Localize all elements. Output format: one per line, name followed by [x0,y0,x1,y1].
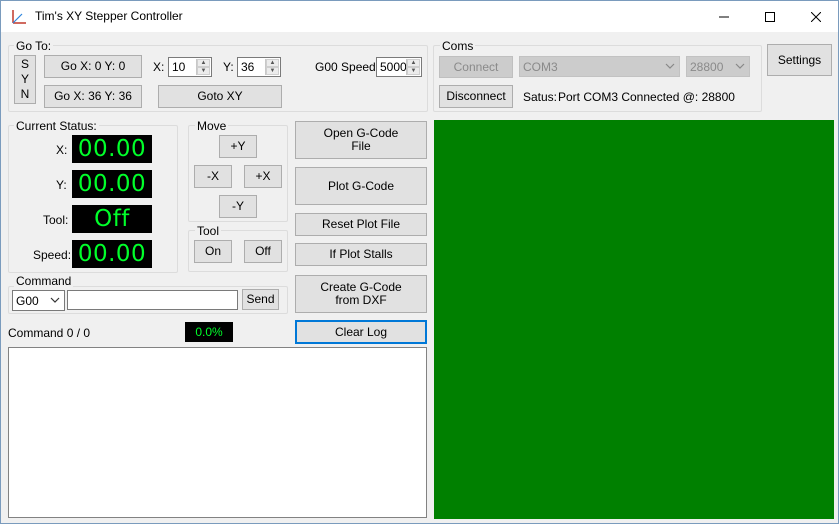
go-origin-button[interactable]: Go X: 0 Y: 0 [44,55,142,78]
minimize-icon [719,16,729,17]
send-button[interactable]: Send [242,289,279,310]
tool-group-label: Tool [195,224,222,238]
plot-gcode-button[interactable]: Plot G-Code [295,167,427,205]
baud-rate-select[interactable]: 28800 [686,56,750,77]
clear-log-button[interactable]: Clear Log [295,320,427,344]
syn-letter-n: N [20,87,30,101]
status-x-display: 00.00 [72,135,152,163]
reset-plot-file-button[interactable]: Reset Plot File [295,213,427,236]
command-counter: Command 0 / 0 [8,326,91,340]
goto-x-value: 10 [172,60,186,74]
if-plot-stalls-button[interactable]: If Plot Stalls [295,243,427,266]
goto-y-input[interactable]: 36 ▲ ▼ [237,57,281,77]
move-right-button[interactable]: +X [244,165,282,188]
command-input[interactable] [67,290,238,310]
app-window: Tim's XY Stepper Controller Go To: S Y N… [0,0,839,524]
chevron-down-icon [665,63,675,69]
settings-button[interactable]: Settings [767,44,832,76]
spin-up-icon[interactable]: ▲ [407,59,420,67]
spin-up-icon[interactable]: ▲ [197,59,210,67]
command-group-label: Command [14,274,74,288]
syn-letter-s: S [20,57,29,71]
move-down-button[interactable]: -Y [219,195,257,218]
progress-text: 0.0% [195,325,223,339]
tool-off-button[interactable]: Off [244,240,282,263]
baud-rate-value: 28800 [690,60,724,74]
command-type-select[interactable]: G00 [12,290,65,311]
coms-status-text: Port COM3 Connected @: 28800 [558,90,735,104]
create-gcode-from-dxf-button[interactable]: Create G-Code from DXF [295,275,427,313]
spin-down-icon[interactable]: ▼ [266,67,279,75]
com-port-value: COM3 [523,60,558,74]
window-title: Tim's XY Stepper Controller [35,9,183,23]
goto-y-value: 36 [241,60,255,74]
log-textarea[interactable] [8,347,427,518]
g00-speed-input[interactable]: 5000 ▲ ▼ [376,57,422,77]
move-group-label: Move [195,119,229,133]
current-status-label: Current Status: [14,119,99,133]
move-left-button[interactable]: -X [194,165,232,188]
goto-group-label: Go To: [14,39,54,53]
status-speed-label: Speed: [33,248,72,262]
close-icon [811,11,821,22]
minimize-button[interactable] [701,1,747,32]
g00-speed-label: G00 Speed: [315,60,380,74]
goto-x-input[interactable]: 10 ▲ ▼ [168,57,212,77]
goto-xy-button[interactable]: Goto XY [158,85,282,108]
maximize-button[interactable] [747,1,793,32]
open-gcode-button[interactable]: Open G-Code File [295,121,427,159]
connect-button[interactable]: Connect [439,56,513,78]
close-button[interactable] [793,1,838,32]
chevron-down-icon [735,63,745,69]
com-port-select[interactable]: COM3 [519,56,680,77]
spin-down-icon[interactable]: ▼ [407,67,420,75]
spin-up-icon[interactable]: ▲ [266,59,279,67]
status-speed-display: 00.00 [72,240,152,268]
status-y-display: 00.00 [72,170,152,198]
goto-x-label: X: [153,60,165,74]
status-y-label: Y: [56,178,67,192]
status-tool-label: Tool: [43,213,69,227]
disconnect-button[interactable]: Disconnect [439,85,513,108]
title-bar: Tim's XY Stepper Controller [1,1,838,32]
go-max-button[interactable]: Go X: 36 Y: 36 [44,85,142,108]
app-axis-icon [12,10,26,24]
progress-display: 0.0% [185,322,233,342]
coms-status-label: Satus: [523,90,558,104]
tool-on-button[interactable]: On [194,240,232,263]
coms-group-label: Coms [440,39,476,53]
spin-down-icon[interactable]: ▼ [197,67,210,75]
syn-button[interactable]: S Y N [14,55,36,104]
g00-speed-spinner[interactable]: ▲ ▼ [406,59,420,75]
syn-letter-y: Y [20,72,29,86]
command-type-value: G00 [16,294,39,308]
g00-speed-value: 5000 [380,60,407,74]
status-tool-display: Off [72,205,152,233]
goto-y-label: Y: [223,60,234,74]
plot-canvas[interactable] [434,120,834,519]
chevron-down-icon [50,297,60,303]
maximize-icon [765,11,775,22]
move-up-button[interactable]: +Y [219,135,257,158]
status-x-label: X: [56,143,68,157]
goto-y-spinner[interactable]: ▲ ▼ [265,59,279,75]
goto-x-spinner[interactable]: ▲ ▼ [196,59,210,75]
